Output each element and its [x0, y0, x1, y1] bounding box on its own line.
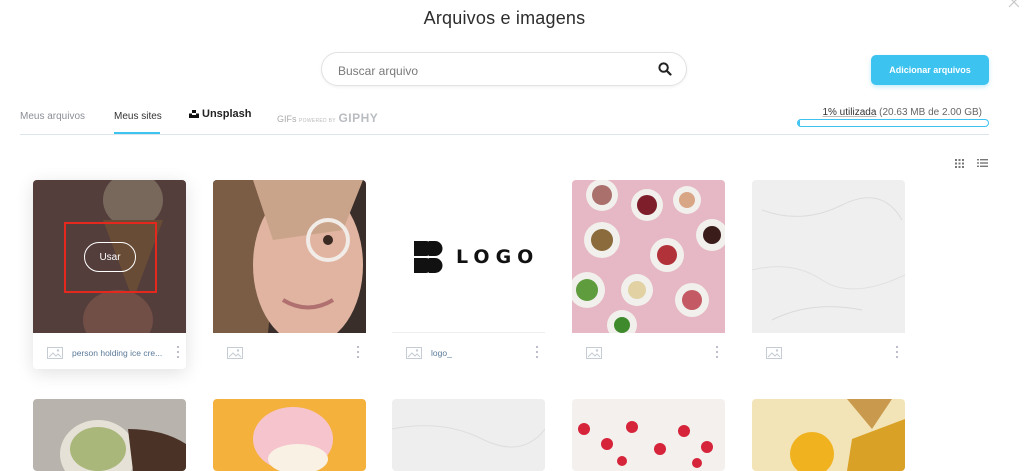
file-card[interactable] — [572, 399, 725, 471]
file-thumbnail — [33, 399, 186, 471]
search-box — [321, 52, 687, 86]
file-card[interactable] — [33, 399, 186, 471]
more-options-icon[interactable] — [895, 345, 899, 359]
file-card[interactable] — [752, 180, 905, 369]
file-footer — [213, 333, 366, 369]
file-thumbnail — [752, 399, 905, 471]
close-icon[interactable] — [1008, 0, 1022, 10]
tab-gifs[interactable]: GIFs POWERED BY GIPHY — [277, 111, 378, 125]
page-title: Arquivos e imagens — [423, 8, 586, 28]
file-card[interactable]: LOGO logo_ — [392, 180, 545, 369]
tab-unsplash-label: Unsplash — [202, 108, 252, 120]
storage-progress-fill — [798, 120, 800, 126]
image-file-icon — [586, 347, 602, 359]
storage-usage-text: 1% utilizada (20.63 MB de 2.00 GB) — [812, 107, 982, 118]
file-name: logo_ — [431, 348, 452, 358]
image-file-icon — [406, 347, 422, 359]
tab-meus-sites[interactable]: Meus sites — [114, 111, 162, 122]
search-input[interactable] — [336, 60, 640, 82]
tab-unsplash[interactable]: Unsplash — [189, 108, 252, 120]
file-footer: logo_ — [392, 333, 545, 369]
storage-percent: 1% utilizada — [822, 107, 877, 118]
file-name: person holding ice cre... — [72, 348, 163, 358]
powered-by-text: POWERED BY — [299, 118, 336, 124]
more-options-icon[interactable] — [535, 345, 539, 359]
file-thumbnail — [572, 180, 725, 333]
file-thumbnail: LOGO — [392, 180, 545, 333]
file-card[interactable] — [213, 180, 366, 369]
file-card[interactable] — [752, 399, 905, 471]
file-card[interactable] — [392, 399, 545, 471]
image-file-icon — [766, 347, 782, 359]
more-options-icon[interactable] — [715, 345, 719, 359]
file-thumbnail — [752, 180, 905, 333]
file-thumbnail — [213, 180, 366, 333]
tab-meus-arquivos[interactable]: Meus arquivos — [20, 111, 85, 122]
file-footer — [752, 333, 905, 369]
storage-detail: (20.63 MB de 2.00 GB) — [879, 107, 982, 118]
unsplash-logo-icon — [189, 110, 199, 118]
file-footer — [572, 333, 725, 369]
image-file-icon — [227, 347, 243, 359]
file-thumbnail — [572, 399, 725, 471]
highlight-box — [64, 222, 157, 293]
file-footer: person holding ice cre... — [33, 333, 186, 369]
file-card[interactable] — [213, 399, 366, 471]
logo-text: LOGO — [456, 246, 540, 268]
tab-gifs-label: GIFs — [277, 114, 297, 124]
grid-view-icon[interactable] — [955, 159, 964, 168]
file-card[interactable]: Usar person holding ice cre... — [33, 180, 186, 369]
list-view-icon[interactable] — [977, 158, 988, 168]
search-icon[interactable] — [658, 62, 672, 76]
active-tab-indicator — [114, 132, 160, 134]
storage-progress-bar — [797, 119, 989, 127]
file-thumbnail — [213, 399, 366, 471]
file-card[interactable] — [572, 180, 725, 369]
giphy-logo: GIPHY — [338, 111, 379, 125]
more-options-icon[interactable] — [356, 345, 360, 359]
image-file-icon — [47, 347, 63, 359]
more-options-icon[interactable] — [176, 345, 180, 359]
add-files-button[interactable]: Adicionar arquivos — [871, 55, 989, 85]
file-thumbnail: Usar — [33, 180, 186, 333]
file-thumbnail — [392, 399, 545, 471]
